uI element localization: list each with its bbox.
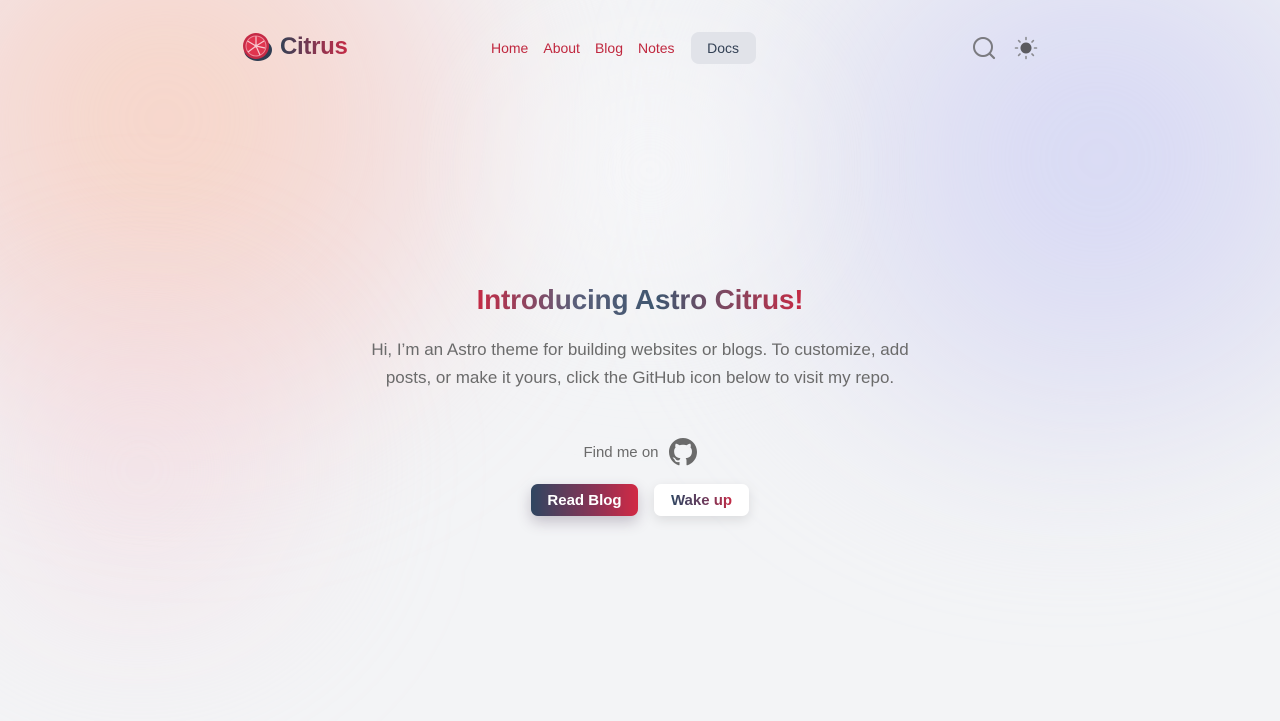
- wake-up-label: Wake up: [670, 491, 733, 509]
- social-row: Find me on: [0, 438, 1280, 466]
- nav-notes[interactable]: Notes: [633, 32, 680, 64]
- nav-docs[interactable]: Docs: [690, 32, 756, 64]
- hero-description: Hi, I’m an Astro theme for building webs…: [371, 340, 909, 387]
- header-actions: [970, 34, 1040, 62]
- site-logo[interactable]: Citrus: [240, 30, 348, 64]
- find-me-label: Find me on: [583, 443, 659, 461]
- github-link[interactable]: [668, 438, 697, 466]
- hero-section: Introducing Astro Citrus! Hi, I’m an Ast…: [0, 0, 1280, 721]
- site-header: Citrus Home About Blog Notes Docs: [0, 0, 1280, 96]
- citrus-slice-icon: [243, 33, 272, 61]
- nav-blog[interactable]: Blog: [590, 32, 628, 64]
- nav-about[interactable]: About: [538, 32, 585, 64]
- read-blog-button[interactable]: Read Blog: [531, 484, 638, 516]
- hero-title-text: Introducing Astro Citrus!: [476, 284, 804, 315]
- cta-buttons: Read Blog Wake up: [0, 484, 1280, 516]
- wake-up-button[interactable]: Wake up: [654, 484, 749, 516]
- theme-toggle-button[interactable]: [1012, 34, 1040, 62]
- nav-home[interactable]: Home: [486, 32, 533, 64]
- search-button[interactable]: [970, 34, 998, 62]
- main-nav: Home About Blog Notes Docs: [486, 32, 756, 64]
- hero-title: Introducing Astro Citrus!: [0, 284, 1280, 316]
- site-title: Citrus: [280, 33, 348, 60]
- github-icon: [668, 438, 697, 466]
- sun-icon: [1014, 36, 1038, 60]
- search-icon: [973, 37, 996, 60]
